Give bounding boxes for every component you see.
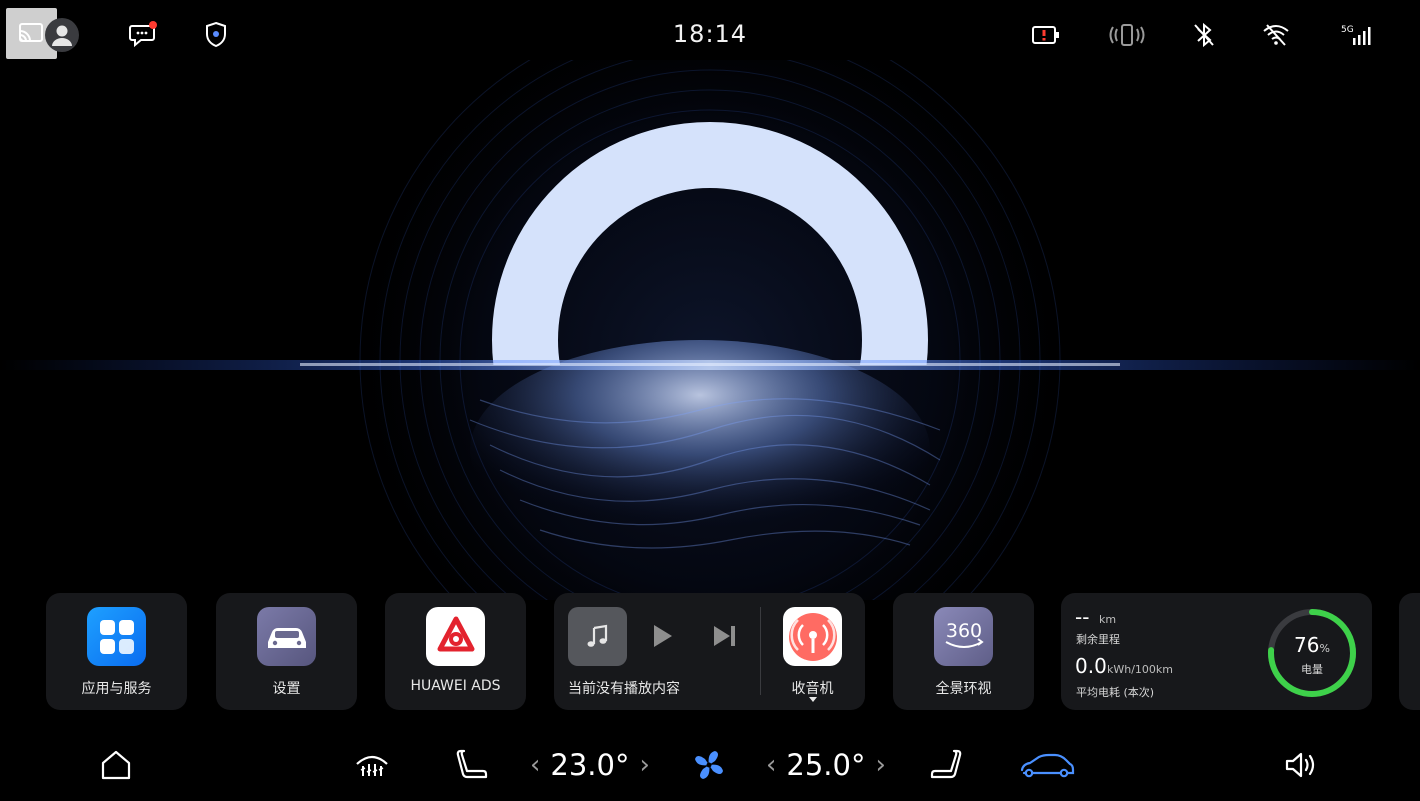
next-card-edge[interactable] xyxy=(1399,593,1420,710)
music-note-icon[interactable] xyxy=(568,607,627,666)
surround-view-card[interactable]: 360 全景环视 xyxy=(893,593,1034,710)
passenger-seat-button[interactable] xyxy=(927,745,963,785)
status-clock: 18:14 xyxy=(672,20,748,48)
range-value: -- xyxy=(1075,605,1090,629)
radio-icon xyxy=(788,612,837,661)
passenger-temp-up-icon[interactable]: › xyxy=(875,750,885,780)
passenger-temp-control: ‹ 25.0° › xyxy=(766,745,886,785)
rear-defrost-button[interactable] xyxy=(353,745,391,785)
shield-icon xyxy=(206,21,226,48)
consumption-label: 平均电耗 (本次) xyxy=(1076,686,1155,699)
play-button[interactable] xyxy=(651,623,675,653)
settings-label: 设置 xyxy=(272,681,301,697)
next-track-button[interactable] xyxy=(712,624,738,652)
media-card: 当前没有播放内容 收音机 xyxy=(554,593,865,710)
fan-icon xyxy=(695,751,723,779)
home-icon xyxy=(101,750,131,780)
home-button[interactable] xyxy=(98,745,134,785)
driver-temp-value: 23.0° xyxy=(550,748,630,782)
wifi-off-icon xyxy=(1263,24,1289,46)
driver-temp-control: ‹ 23.0° › xyxy=(530,745,650,785)
bluetooth-indicator xyxy=(1190,18,1218,52)
vehicle-control-button[interactable] xyxy=(1018,745,1076,785)
user-avatar-icon xyxy=(45,18,79,52)
skip-next-icon xyxy=(714,626,735,646)
battery-value: 76 xyxy=(1294,633,1320,657)
volume-button[interactable] xyxy=(1282,745,1320,785)
wifi-indicator xyxy=(1262,18,1290,52)
car-settings-icon xyxy=(257,607,316,666)
network-type-label: 5G xyxy=(1341,25,1354,35)
volume-icon xyxy=(1285,752,1315,778)
driver-temp-down-icon[interactable]: ‹ xyxy=(530,750,540,780)
apps-services-label: 应用与服务 xyxy=(81,681,152,697)
radio-label: 收音机 xyxy=(791,681,834,697)
wallpaper-eclipse xyxy=(0,60,1420,600)
huawei-ads-card[interactable]: HUAWEI ADS xyxy=(385,593,526,710)
surround-icon-text: 360 xyxy=(945,620,981,642)
vibrate-icon xyxy=(1109,24,1145,46)
huawei-ads-label: HUAWEI ADS xyxy=(410,678,501,694)
message-icon xyxy=(129,21,157,48)
battery-percentage: 76% xyxy=(1266,633,1358,657)
range-unit: km xyxy=(1099,613,1117,626)
surround-360-icon: 360 xyxy=(934,607,993,666)
battery-alert-indicator xyxy=(1030,18,1062,52)
energy-card[interactable]: -- km 剩余里程 0.0 kWh/100km 平均电耗 (本次) 76% 电… xyxy=(1061,593,1372,710)
range-label: 剩余里程 xyxy=(1076,633,1120,646)
driver-seat-button[interactable] xyxy=(455,745,491,785)
defrost-icon xyxy=(356,755,388,776)
apps-services-card[interactable]: 应用与服务 xyxy=(46,593,187,710)
user-avatar[interactable] xyxy=(44,18,80,52)
car-icon xyxy=(1020,753,1075,778)
message-button[interactable] xyxy=(128,18,158,52)
passenger-temp-value: 25.0° xyxy=(786,748,866,782)
security-button[interactable] xyxy=(202,18,230,52)
fan-button[interactable] xyxy=(690,745,728,785)
signal-indicator: 5G xyxy=(1338,18,1374,52)
now-playing-label: 当前没有播放内容 xyxy=(568,681,680,697)
battery-label: 电量 xyxy=(1301,663,1323,676)
signal-5g-icon: 5G xyxy=(1341,25,1371,45)
radio-dropdown-caret-icon[interactable] xyxy=(809,697,817,702)
battery-alert-icon xyxy=(1032,26,1059,44)
consumption-unit: kWh/100km xyxy=(1107,663,1174,676)
apps-grid-icon xyxy=(87,607,146,666)
play-icon xyxy=(654,625,672,647)
seat-icon xyxy=(456,749,488,779)
consumption-value: 0.0 xyxy=(1075,654,1107,678)
passenger-seat-icon xyxy=(930,749,962,779)
ads-logo-icon xyxy=(426,607,485,666)
battery-unit: % xyxy=(1319,642,1330,655)
passenger-temp-down-icon[interactable]: ‹ xyxy=(766,750,776,780)
surround-view-label: 全景环视 xyxy=(935,681,992,697)
driver-temp-up-icon[interactable]: › xyxy=(639,750,649,780)
radio-button[interactable] xyxy=(783,607,842,666)
settings-card[interactable]: 设置 xyxy=(216,593,357,710)
bluetooth-off-icon xyxy=(1194,22,1214,48)
vibrate-indicator xyxy=(1108,18,1146,52)
